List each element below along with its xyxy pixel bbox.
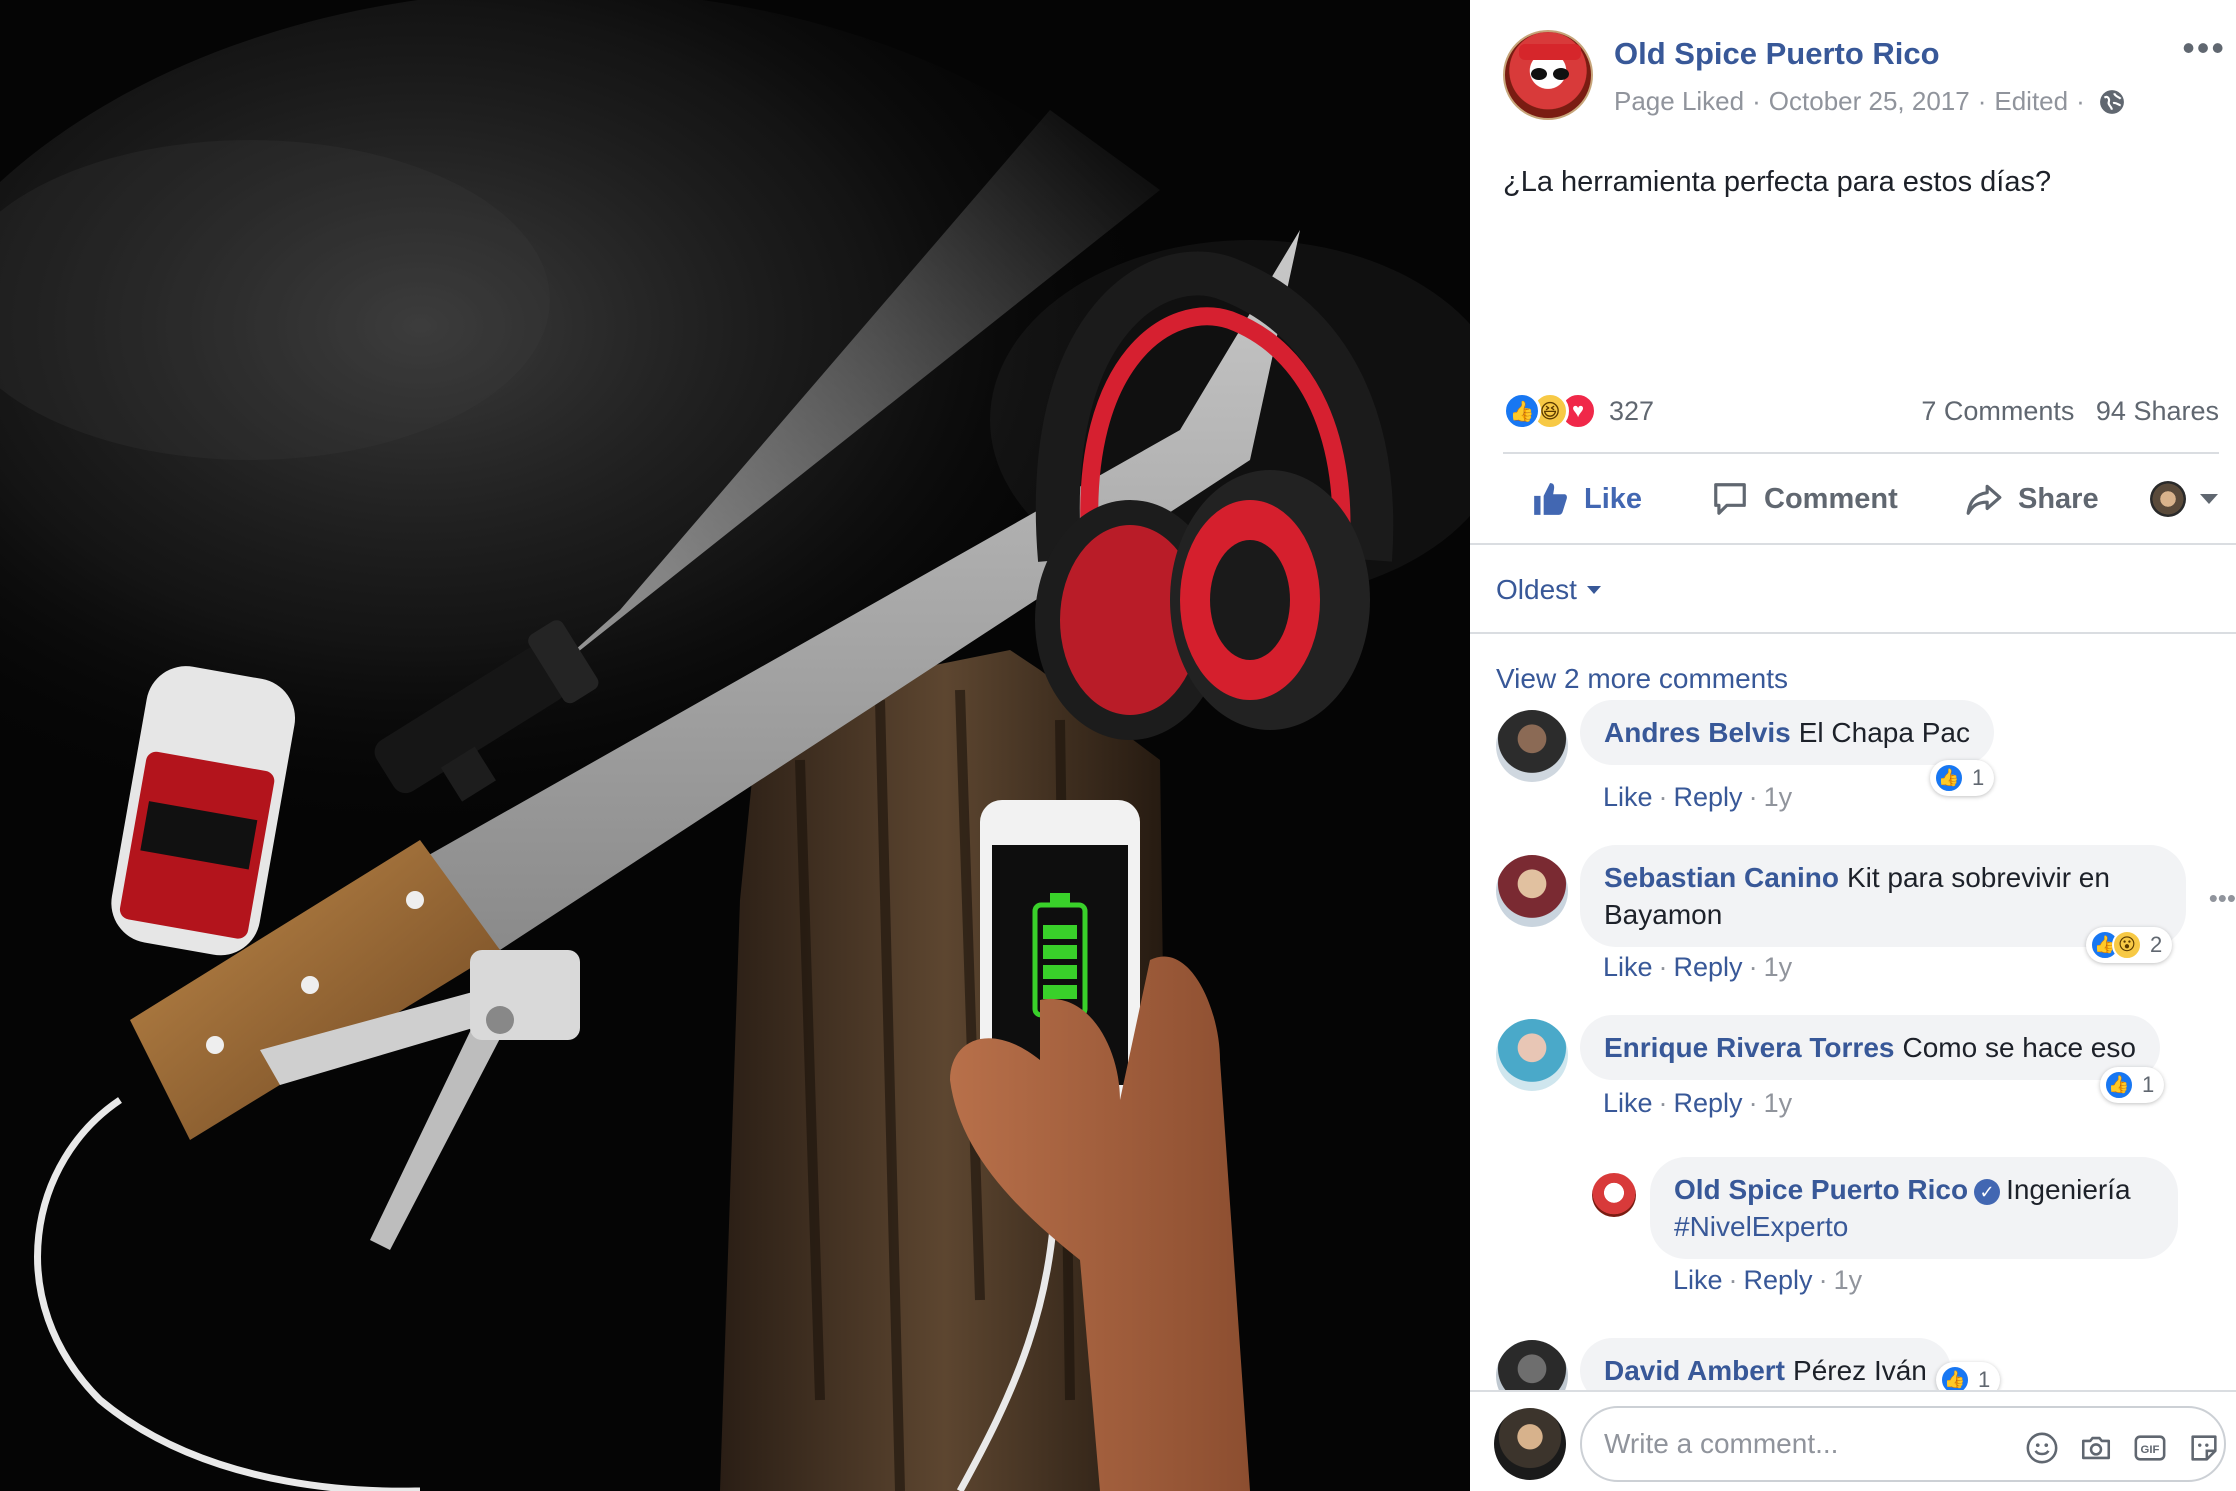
post-date[interactable]: October 25, 2017 xyxy=(1769,86,1970,117)
comment-item: David Ambert Pérez Iván 👍 1 xyxy=(1470,1338,2236,1390)
comment-input[interactable]: Write a comment... GIF xyxy=(1580,1406,2226,1482)
divider xyxy=(1470,632,2236,634)
post-text: ¿La herramienta perfecta para estos días… xyxy=(1503,166,2052,198)
comment-text: El Chapa Pac xyxy=(1798,717,1970,748)
comment-bubble: David Ambert Pérez Iván xyxy=(1580,1338,1951,1390)
chevron-down-icon xyxy=(2200,494,2218,504)
reply-actions: Like · Reply · 1y xyxy=(1673,1265,1863,1295)
comment-sort-dropdown[interactable]: Oldest xyxy=(1496,574,1601,606)
reply-item: Old Spice Puerto Rico ✓ Ingeniería #NivelEx… xyxy=(1470,1157,2236,1307)
comments-count[interactable]: 7 Comments xyxy=(1921,396,2074,426)
comment-author[interactable]: David Ambert xyxy=(1604,1355,1785,1386)
comment-reactions[interactable]: 👍 1 xyxy=(1930,760,1995,796)
like-reaction-icon: 👍 xyxy=(2104,1070,2134,1100)
svg-text:GIF: GIF xyxy=(2141,1444,2160,1456)
current-user-avatar[interactable] xyxy=(1494,1408,1566,1480)
post-panel: Old Spice Puerto Rico Page Liked · Octob… xyxy=(1470,0,2236,1491)
reaction-summary[interactable]: 👍 😆 ♥ 327 xyxy=(1503,392,1654,430)
reply-bubble: Old Spice Puerto Rico ✓ Ingeniería #NivelEx… xyxy=(1650,1157,2178,1259)
like-button[interactable]: Like xyxy=(1530,460,1642,538)
comment-author[interactable]: Andres Belvis xyxy=(1604,717,1791,748)
comment-reactions[interactable]: 👍 1 xyxy=(1936,1362,2001,1390)
comment-actions: Like · Reply · 1y xyxy=(1603,952,1793,982)
liked-status[interactable]: Page Liked xyxy=(1614,86,1744,117)
reply-like-link[interactable]: Like xyxy=(1673,1265,1723,1295)
camera-icon[interactable] xyxy=(2078,1430,2114,1466)
reply-text-line1: Ingeniería xyxy=(2006,1174,2131,1205)
chevron-down-icon xyxy=(1586,586,1601,594)
commenter-avatar[interactable] xyxy=(1496,1019,1568,1091)
comment-options-icon[interactable]: ••• xyxy=(2209,883,2236,914)
reply-reply-link[interactable]: Reply xyxy=(1744,1265,1813,1295)
comment-author[interactable]: Sebastian Canino xyxy=(1604,862,1839,893)
comment-reactions[interactable]: 👍 1 xyxy=(2100,1067,2165,1103)
comment-author[interactable]: Enrique Rivera Torres xyxy=(1604,1032,1894,1063)
comment-like-link[interactable]: Like xyxy=(1603,952,1653,982)
comment-button[interactable]: Comment xyxy=(1710,460,1898,538)
page-avatar[interactable] xyxy=(1503,30,1593,120)
comment-reply-link[interactable]: Reply xyxy=(1674,952,1743,982)
emoji-icon[interactable] xyxy=(2024,1430,2060,1466)
commenter-avatar[interactable] xyxy=(1496,1340,1568,1390)
sticker-icon[interactable] xyxy=(2186,1430,2222,1466)
divider xyxy=(1470,543,2236,545)
comment-like-link[interactable]: Like xyxy=(1603,782,1653,812)
engagement-counts: 7 Comments 94 Shares xyxy=(1921,396,2219,427)
gif-icon[interactable]: GIF xyxy=(2132,1430,2168,1466)
comment-reply-link[interactable]: Reply xyxy=(1674,782,1743,812)
comment-input-tools: GIF xyxy=(2006,1430,2222,1466)
divider xyxy=(1503,452,2219,454)
comment-time[interactable]: 1y xyxy=(1764,782,1793,812)
reply-author-avatar[interactable] xyxy=(1592,1173,1636,1217)
like-reaction-icon: 👍 xyxy=(1503,392,1541,430)
comment-time[interactable]: 1y xyxy=(1764,952,1793,982)
reaction-count[interactable]: 327 xyxy=(1609,396,1654,427)
more-options-icon[interactable]: ••• xyxy=(2182,30,2226,66)
view-more-comments-link[interactable]: View 2 more comments xyxy=(1496,663,1788,695)
photo-illustration xyxy=(0,0,1470,1491)
post-header: Old Spice Puerto Rico Page Liked · Octob… xyxy=(1470,0,2236,140)
comment-time[interactable]: 1y xyxy=(1764,1088,1793,1118)
comment-icon xyxy=(1714,483,1746,515)
comment-item: Andres Belvis El Chapa Pac 👍 1 Like · Reply… xyxy=(1470,700,2236,830)
post-stats: 👍 😆 ♥ 327 7 Comments 94 Shares xyxy=(1503,392,2219,432)
globe-icon[interactable] xyxy=(2099,89,2125,115)
post-actions: Like Comment Share xyxy=(1470,460,2236,538)
meta-separator: · xyxy=(1977,86,1987,116)
reply-author[interactable]: Old Spice Puerto Rico xyxy=(1674,1174,1968,1205)
post-photo[interactable] xyxy=(0,0,1470,1491)
comment-as-selector[interactable] xyxy=(2150,460,2218,538)
comment-actions: Like · Reply · 1y xyxy=(1603,782,1793,812)
commenter-avatar[interactable] xyxy=(1496,855,1568,927)
comment-text: Pérez Iván xyxy=(1793,1355,1927,1386)
share-icon xyxy=(1966,484,2002,515)
comment-bubble: Enrique Rivera Torres Como se hace eso xyxy=(1580,1015,2160,1080)
comment-item: Sebastian Canino Kit para sobrevivir en B… xyxy=(1470,845,2236,995)
page-name[interactable]: Old Spice Puerto Rico xyxy=(1614,36,1940,72)
write-comment-bar: Write a comment... GIF xyxy=(1470,1390,2236,1491)
current-user-avatar xyxy=(2150,481,2186,517)
like-reaction-icon: 👍 xyxy=(1940,1365,1970,1390)
comment-actions: Like · Reply · 1y xyxy=(1603,1088,1793,1118)
thumbs-up-icon xyxy=(1534,483,1567,515)
share-button[interactable]: Share xyxy=(1964,460,2099,538)
comment-like-link[interactable]: Like xyxy=(1603,1088,1653,1118)
commenter-avatar[interactable] xyxy=(1496,710,1568,782)
like-reaction-icon: 👍 xyxy=(1934,763,1964,793)
post-meta: Page Liked · October 25, 2017 · Edited · xyxy=(1614,86,2125,117)
meta-separator: · xyxy=(2076,86,2085,116)
shares-count[interactable]: 94 Shares xyxy=(2096,396,2219,426)
edited-label[interactable]: Edited xyxy=(1994,86,2068,117)
reply-time[interactable]: 1y xyxy=(1834,1265,1863,1295)
comment-reply-link[interactable]: Reply xyxy=(1674,1088,1743,1118)
meta-separator: · xyxy=(1752,86,1761,116)
comment-item: Enrique Rivera Torres Como se hace eso 👍 … xyxy=(1470,1015,2236,1145)
comment-reactions[interactable]: 👍 😮 2 xyxy=(2086,927,2173,963)
wow-reaction-icon: 😮 xyxy=(2112,930,2142,960)
comment-bubble: Andres Belvis El Chapa Pac xyxy=(1580,700,1994,765)
comment-text: Como se hace eso xyxy=(1902,1032,2136,1063)
verified-badge-icon: ✓ xyxy=(1974,1178,2001,1205)
reply-hashtag[interactable]: #NivelExperto xyxy=(1674,1211,1848,1242)
